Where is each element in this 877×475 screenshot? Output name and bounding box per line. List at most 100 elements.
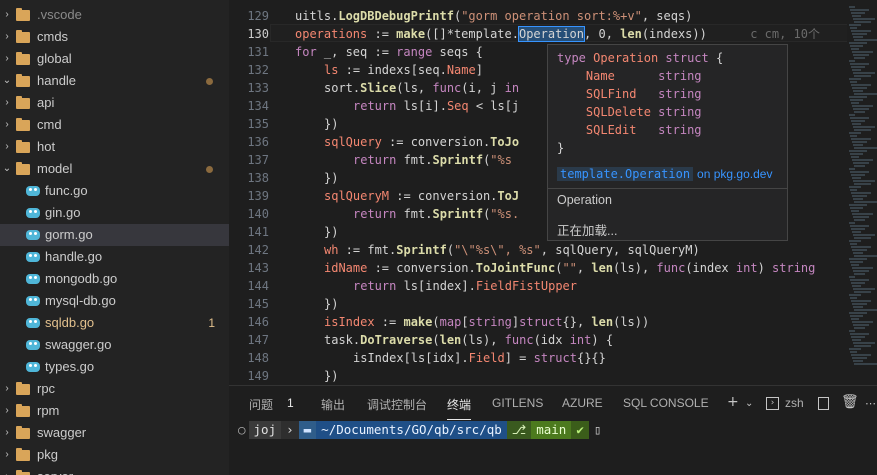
explorer-item[interactable]: › cmd (0, 114, 229, 136)
terminal-prompt[interactable]: ○ joj › ▬ ~/Documents/GO/qb/src/qb ⎇ main ✔ ▯ (235, 421, 606, 439)
minimap-line (849, 222, 855, 224)
explorer-item[interactable]: › rpc (0, 378, 229, 400)
code-line[interactable]: uitls.LogDBDebugPrintf("gorm operation s… (295, 7, 692, 25)
panel-tab[interactable]: 输出 (321, 396, 345, 413)
line-number: 138 (247, 171, 269, 185)
chevron-right-icon[interactable]: › (2, 92, 12, 114)
panel-tab[interactable]: 问题 (249, 396, 273, 413)
chevron-down-icon[interactable]: ⌄ (2, 70, 12, 92)
explorer-item[interactable]: ⌄ handle (0, 70, 229, 92)
more-icon[interactable]: ⋯ (865, 397, 876, 410)
minimap-line (854, 237, 871, 239)
problem-count[interactable]: 1 (287, 396, 294, 410)
code-line[interactable]: return ls[index].FieldFistUpper (353, 277, 577, 295)
explorer-item[interactable]: › api (0, 92, 229, 114)
code-line[interactable]: ls := indexs[seq.Name] (324, 61, 483, 79)
go-file-icon (26, 362, 40, 372)
code-line[interactable]: return ls[i].Seq < ls[j (353, 97, 519, 115)
code-line[interactable]: isIndex[ls[idx].Field] = struct{}{} (353, 349, 606, 367)
minimap-line (849, 6, 855, 8)
code-line[interactable]: return fmt.Sprintf("%s (353, 151, 512, 169)
minimap-line (849, 204, 867, 206)
minimap-line (852, 249, 867, 251)
code-line[interactable]: sort.Slice(ls, func(i, j in (324, 79, 519, 97)
chevron-right-icon[interactable]: › (2, 26, 12, 48)
minimap-line (851, 66, 865, 68)
chevron-right-icon[interactable]: › (2, 48, 12, 70)
code-line[interactable]: task.DoTraverse(len(ls), func(idx int) { (324, 331, 613, 349)
chevron-right-icon[interactable]: › (2, 378, 12, 400)
link-text[interactable]: on pkg.go.dev (697, 167, 772, 181)
chevron-down-icon[interactable]: ⌄ (2, 158, 12, 180)
add-terminal-icon[interactable]: + (727, 394, 739, 410)
minimap-line (852, 159, 873, 161)
line-number: 140 (247, 207, 269, 221)
minimap-line (850, 171, 869, 173)
explorer-item[interactable]: › rpm (0, 400, 229, 422)
code-line[interactable]: }) (324, 367, 338, 385)
minimap-line (852, 15, 861, 17)
line-number: 144 (247, 279, 269, 293)
shell-label[interactable]: zsh (785, 396, 804, 410)
explorer-item[interactable]: types.go (0, 356, 229, 378)
code-line[interactable]: for _, seq := range seqs { (295, 43, 483, 61)
minimap-line (850, 315, 863, 317)
pkg-go-dev-link[interactable]: template.Operation on pkg.go.dev (557, 166, 772, 182)
minimap-line (851, 354, 871, 356)
trash-icon[interactable]: 🗑 (841, 394, 859, 410)
chevron-right-icon[interactable]: › (2, 4, 12, 26)
panel-tab[interactable]: 终端 (447, 396, 471, 413)
explorer-item[interactable]: › cmds (0, 26, 229, 48)
minimap-line (851, 318, 859, 320)
chevron-right-icon[interactable]: › (2, 114, 12, 136)
explorer-item[interactable]: mongodb.go (0, 268, 229, 290)
explorer-item[interactable]: › swagger (0, 422, 229, 444)
explorer-item[interactable]: handle.go (0, 246, 229, 268)
code-line[interactable]: }) (324, 295, 338, 313)
chevron-right-icon[interactable]: › (2, 136, 12, 158)
terminal-shell-icon[interactable]: › (766, 397, 779, 410)
panel-tab[interactable]: AZURE (562, 396, 603, 410)
folder-icon (16, 404, 30, 417)
minimap-line (850, 153, 863, 155)
go-file-icon (26, 340, 40, 350)
minimap-line (849, 96, 867, 98)
explorer-item[interactable]: ⌄ model (0, 158, 229, 180)
minimap[interactable] (847, 0, 877, 385)
minimap-line (852, 285, 861, 287)
code-line[interactable]: operations := make([]*template.Operation… (295, 25, 820, 43)
code-line[interactable]: }) (324, 169, 338, 187)
chevron-right-icon[interactable]: › (2, 422, 12, 444)
go-file-icon (26, 208, 40, 218)
explorer-item[interactable]: func.go (0, 180, 229, 202)
folder-path-icon: ▬ (298, 421, 317, 439)
explorer-item[interactable]: sqldb.go 1 (0, 312, 229, 334)
explorer-item[interactable]: swagger.go (0, 334, 229, 356)
chevron-right-icon[interactable]: › (2, 466, 12, 475)
chevron-right-icon[interactable]: › (2, 444, 12, 466)
minimap-line (852, 231, 861, 233)
explorer-item[interactable]: › pkg (0, 444, 229, 466)
panel-tab[interactable]: GITLENS (492, 396, 543, 410)
code-line[interactable]: isIndex := make(map[string]struct{}, len… (324, 313, 649, 331)
explorer-item[interactable]: › hot (0, 136, 229, 158)
explorer-item[interactable]: › global (0, 48, 229, 70)
minimap-line (849, 78, 861, 80)
code-line[interactable]: }) (324, 115, 338, 133)
code-line[interactable]: wh := fmt.Sprintf("\"%s\", %s", sqlQuery… (324, 241, 700, 259)
explorer-item[interactable]: › .vscode (0, 4, 229, 26)
panel-tab[interactable]: 调试控制台 (367, 396, 427, 413)
code-line[interactable]: idName := conversion.ToJointFunc("", len… (324, 259, 815, 277)
panel-tab[interactable]: SQL CONSOLE (623, 396, 709, 410)
chevron-right-icon[interactable]: › (2, 400, 12, 422)
explorer-item[interactable]: gorm.go (0, 224, 229, 246)
chevron-down-icon[interactable]: ⌄ (745, 398, 753, 409)
explorer-item[interactable]: › server (0, 466, 229, 475)
code-line[interactable]: }) (324, 223, 338, 241)
split-terminal-icon[interactable] (818, 397, 829, 410)
link-code[interactable]: template.Operation (557, 167, 694, 181)
explorer-item[interactable]: mysql-db.go (0, 290, 229, 312)
minimap-line (852, 51, 873, 53)
line-number: 141 (247, 225, 269, 239)
explorer-item[interactable]: gin.go (0, 202, 229, 224)
